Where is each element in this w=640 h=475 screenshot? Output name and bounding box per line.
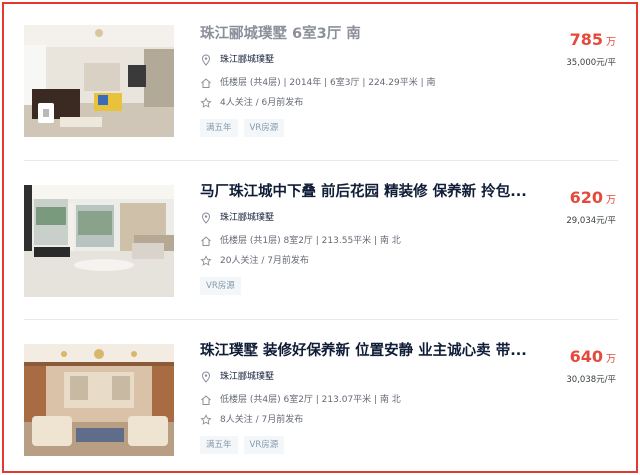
price-unit: 万: [606, 37, 616, 48]
tag-vr: VR房源: [243, 119, 285, 137]
price-value: 785: [569, 30, 603, 49]
follow-info: 4人关注 / 6月前发布: [220, 98, 304, 108]
follow-info: 8人关注 / 7月前发布: [220, 415, 304, 425]
listing-photo[interactable]: [24, 185, 174, 297]
tag-five-years: 满五年: [200, 119, 238, 137]
unit-price: 29,034元/平: [566, 216, 616, 226]
community-link[interactable]: 珠江郦城璞墅: [220, 371, 274, 383]
star-icon: [200, 255, 212, 266]
total-price: 640 万: [570, 347, 616, 366]
house-icon: [201, 395, 211, 405]
house-icon: [201, 236, 211, 246]
house-info: 低楼层 (共4层) 6室2厅 | 213.07平米 | 南 北: [220, 395, 401, 405]
house-info: 低楼层 (共1层) 8室2厅 | 213.55平米 | 南 北: [220, 236, 401, 246]
unit-price: 30,038元/平: [566, 375, 616, 385]
total-price: 785 万: [570, 30, 616, 49]
total-price: 620 万: [570, 188, 616, 207]
listing-title[interactable]: 珠江璞墅 装修好保养新 位置安静 业主诚心卖 带...: [200, 342, 540, 360]
tag-five-years: 满五年: [200, 436, 238, 454]
tag-list: 满五年 VR房源: [200, 119, 285, 137]
price-unit: 万: [606, 354, 616, 365]
tag-list: 满五年 VR房源: [200, 436, 285, 454]
listing-card[interactable]: 珠江郦城璞墅 6室3厅 南 珠江郦城璞墅 低楼层 (共4层) | 2014年 |…: [24, 25, 618, 147]
star-icon: [200, 97, 212, 108]
listing-photo[interactable]: [24, 344, 174, 456]
listing-card[interactable]: 马厂珠江城中下叠 前后花园 精装修 保养新 拎包... 珠江郦城璞墅 低楼层 (…: [24, 183, 618, 305]
location-pin-icon: [201, 212, 211, 224]
community-link[interactable]: 珠江郦城璞墅: [220, 212, 274, 224]
listing-card[interactable]: 珠江璞墅 装修好保养新 位置安静 业主诚心卖 带... 珠江郦城璞墅 低楼层 (…: [24, 342, 618, 464]
house-info: 低楼层 (共4层) | 2014年 | 6室3厅 | 224.29平米 | 南: [220, 78, 436, 88]
price-value: 620: [569, 188, 603, 207]
price-unit: 万: [606, 195, 616, 206]
listing-title[interactable]: 马厂珠江城中下叠 前后花园 精装修 保养新 拎包...: [200, 183, 540, 201]
listing-photo[interactable]: [24, 25, 174, 137]
tag-vr: VR房源: [200, 277, 241, 295]
listing-title[interactable]: 珠江郦城璞墅 6室3厅 南: [200, 25, 540, 43]
location-pin-icon: [201, 371, 211, 383]
price-value: 640: [569, 347, 603, 366]
star-icon: [200, 414, 212, 425]
location-pin-icon: [201, 54, 211, 66]
tag-list: VR房源: [200, 277, 241, 295]
tag-vr: VR房源: [243, 436, 285, 454]
divider: [24, 319, 618, 320]
house-icon: [201, 78, 211, 88]
follow-info: 20人关注 / 7月前发布: [220, 256, 309, 266]
divider: [24, 160, 618, 161]
unit-price: 35,000元/平: [566, 58, 616, 68]
community-link[interactable]: 珠江郦城璞墅: [220, 54, 274, 66]
